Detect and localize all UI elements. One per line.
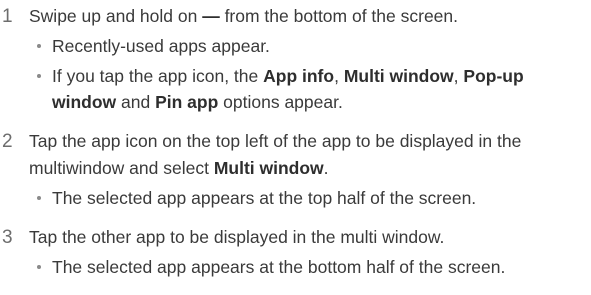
bullet-dot xyxy=(37,44,41,48)
bullet-text: The selected app appears at the top half… xyxy=(52,188,477,208)
step-text: multiwindow and select Multi window. xyxy=(29,155,589,182)
bullet-text: If you tap the app icon, the App info, M… xyxy=(52,63,588,90)
step-number: 3 xyxy=(2,227,13,248)
bullet-text: The selected app appears at the bottom h… xyxy=(52,257,506,277)
step-text: Tap the app icon on the top left of the … xyxy=(29,131,522,151)
step-text-part: from the bottom of the screen. xyxy=(219,6,459,26)
step-text-part: Swipe up and hold on xyxy=(29,6,203,26)
bullet-text-part: , xyxy=(334,66,344,86)
bullet-text-part: If you tap the app icon, the xyxy=(52,66,264,86)
pin-app-option: Pin app xyxy=(155,92,219,112)
popup-window-option: Pop-up xyxy=(463,66,524,86)
bullet-text: window and Pin app options appear. xyxy=(52,89,588,116)
bullet-text: Recently-used apps appear. xyxy=(52,36,270,56)
step-text: Tap the other app to be displayed in the… xyxy=(29,227,445,247)
bullet-dot xyxy=(37,265,41,269)
multi-window-option: Multi window xyxy=(343,66,454,86)
step-number: 1 xyxy=(2,6,13,27)
home-bar-dash: — xyxy=(202,6,220,26)
step-text-part: . xyxy=(323,158,329,178)
bullet-text-part: , xyxy=(453,66,464,86)
app-info-option: App info xyxy=(263,66,335,86)
bullet-dot xyxy=(37,74,41,78)
step-number: 2 xyxy=(2,131,13,152)
popup-window-option: window xyxy=(52,92,117,112)
bullet-dot xyxy=(37,196,41,200)
step-text: Swipe up and hold on — from the bottom o… xyxy=(29,3,589,30)
bullet-text-part: options appear. xyxy=(218,92,343,112)
multi-window-option: Multi window xyxy=(213,158,324,178)
instructions-document: 1 Swipe up and hold on — from the bottom… xyxy=(0,0,591,295)
step-text-part: multiwindow and select xyxy=(29,158,214,178)
bullet-text-part: and xyxy=(116,92,156,112)
